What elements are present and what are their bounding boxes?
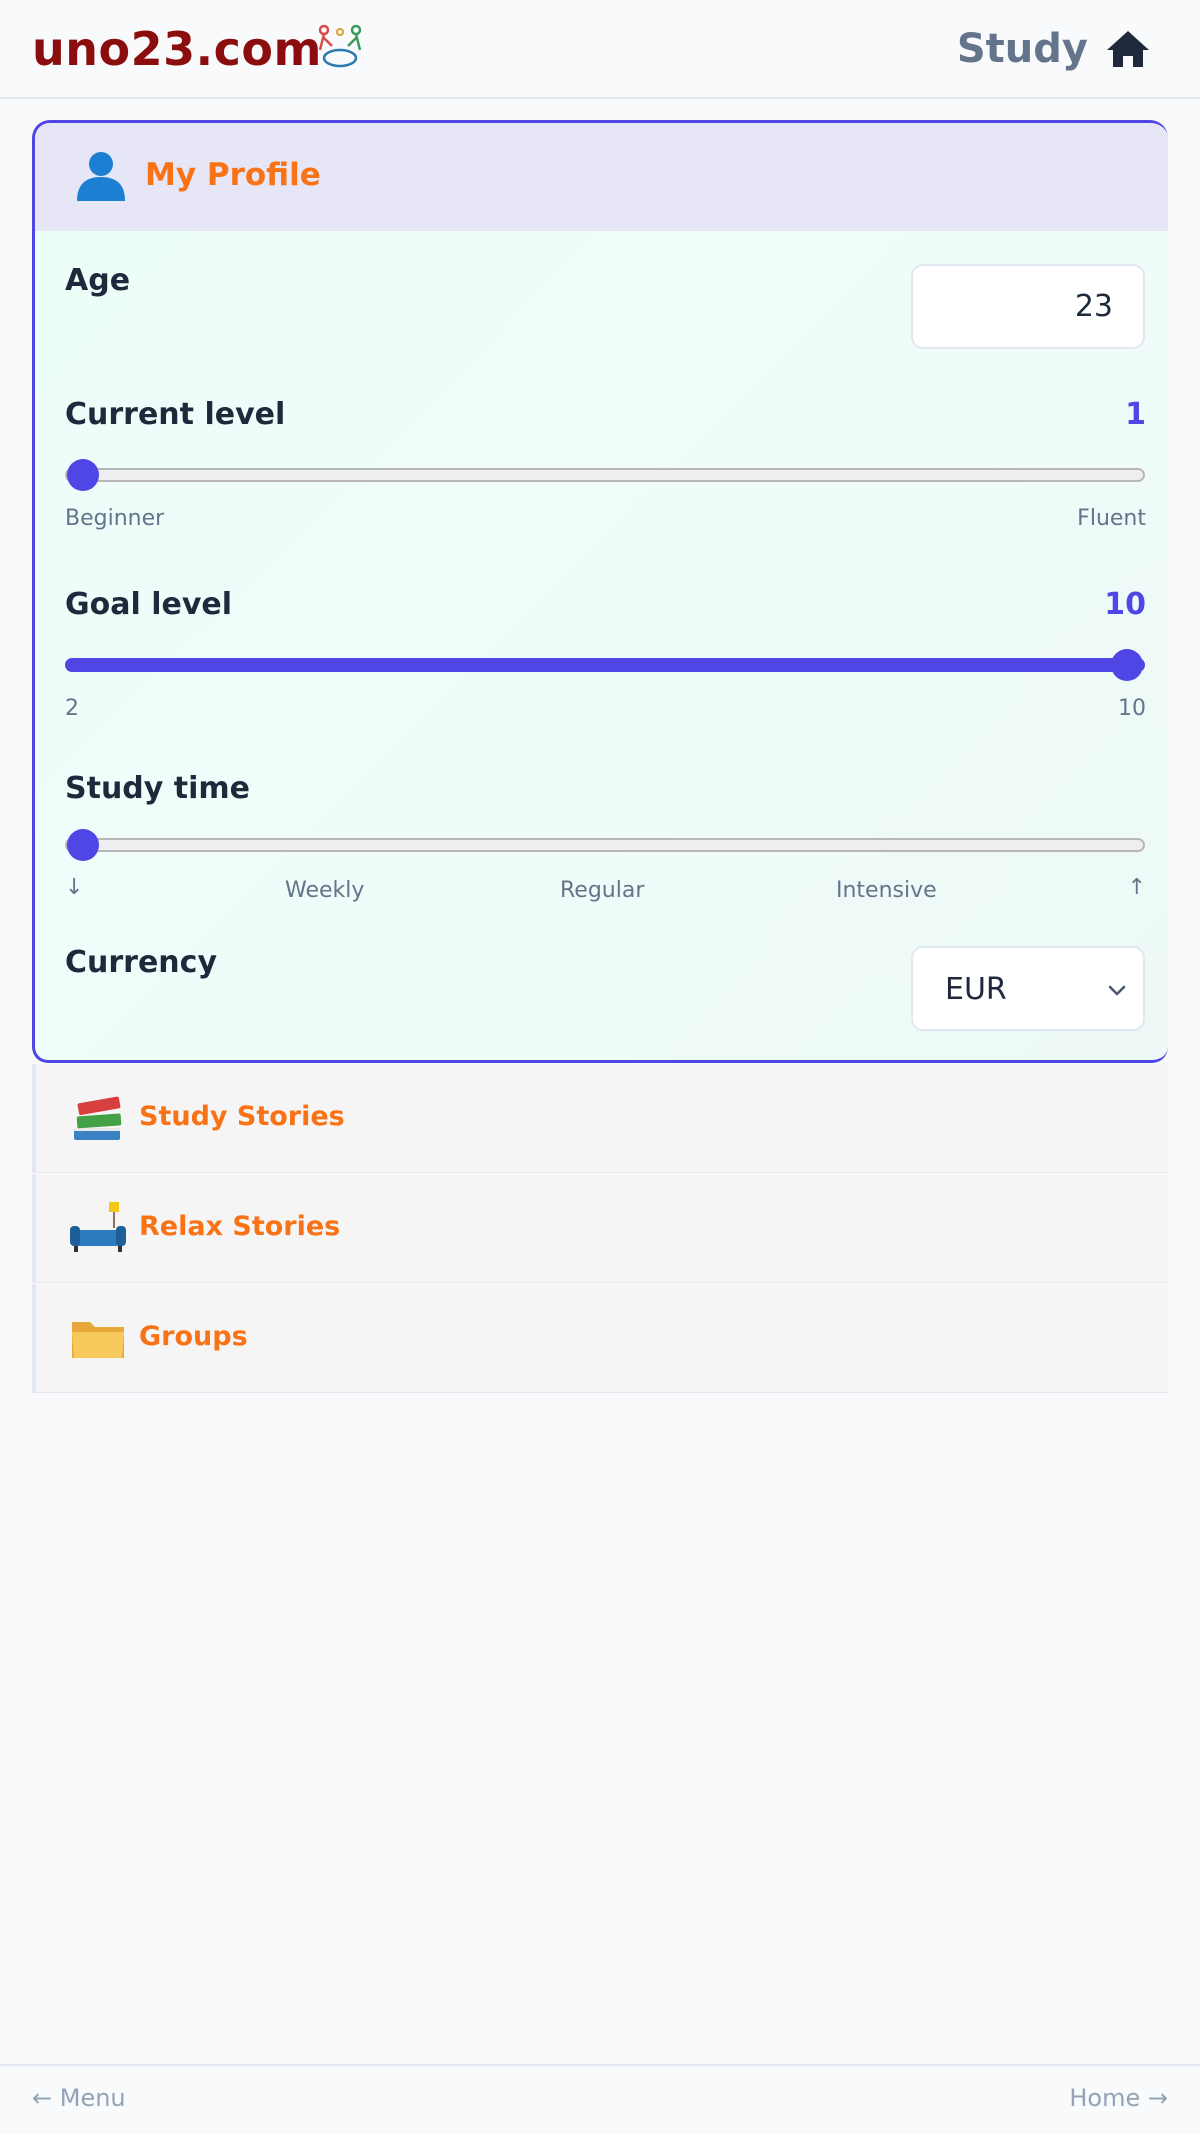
section-label-groups: Groups [139,1321,248,1352]
goal-level-max: 10 [1118,696,1146,721]
section-label-relax-stories: Relax Stories [139,1211,341,1242]
current-level-value: 1 [1125,397,1146,432]
header-title: Study [956,26,1088,72]
age-label: Age [65,263,131,298]
current-level-max: Fluent [1077,506,1146,531]
profile-header[interactable]: My Profile [35,123,1168,231]
study-time-tick-regular: Regular [560,878,645,903]
currency-select[interactable]: EUR [911,946,1145,1031]
user-silhouette-icon [77,152,125,201]
footer-menu-link[interactable]: ← Menu [32,2084,126,2112]
goal-level-value: 10 [1104,587,1146,622]
books-icon [74,1096,122,1140]
home-icon[interactable] [1104,28,1152,70]
goal-level-min: 2 [65,696,79,721]
footer-home-link[interactable]: Home → [1069,2084,1168,2112]
section-study-stories[interactable]: Study Stories [32,1064,1168,1173]
study-time-tick-weekly: Weekly [285,878,365,903]
people-circle-logo-icon [318,24,362,68]
study-time-thumb[interactable] [67,829,99,861]
section-relax-stories[interactable]: Relax Stories [32,1174,1168,1283]
goal-level-label: Goal level [65,587,233,622]
current-level-thumb[interactable] [67,459,99,491]
currency-value: EUR [945,972,1007,1007]
current-level-min: Beginner [65,506,165,531]
age-input[interactable] [911,264,1145,349]
goal-level-slider[interactable] [65,649,1145,681]
footer-nav: ← Menu Home → [0,2064,1200,2134]
currency-label: Currency [65,945,218,980]
goal-level-fill [67,658,1143,672]
study-time-label: Study time [65,771,251,806]
chevron-down-icon [1108,985,1126,996]
current-level-slider[interactable] [65,459,1145,491]
couch-lamp-icon [70,1202,126,1252]
study-time-slider[interactable] [65,829,1145,861]
section-label-study-stories: Study Stories [139,1101,345,1132]
folder-icon [72,1322,124,1358]
goal-level-thumb[interactable] [1111,649,1143,681]
section-groups[interactable]: Groups [32,1284,1168,1393]
site-logo-text[interactable]: uno23.com [32,22,322,76]
app-header: uno23.com Study [0,0,1200,99]
profile-title: My Profile [145,157,321,193]
current-level-label: Current level [65,397,286,432]
profile-card: My Profile Age Current level 1 Beginner … [32,120,1168,1063]
study-time-tick-min: ↓ [65,875,84,900]
study-time-tick-max: ↑ [1127,875,1146,900]
study-time-tick-intensive: Intensive [836,878,937,903]
